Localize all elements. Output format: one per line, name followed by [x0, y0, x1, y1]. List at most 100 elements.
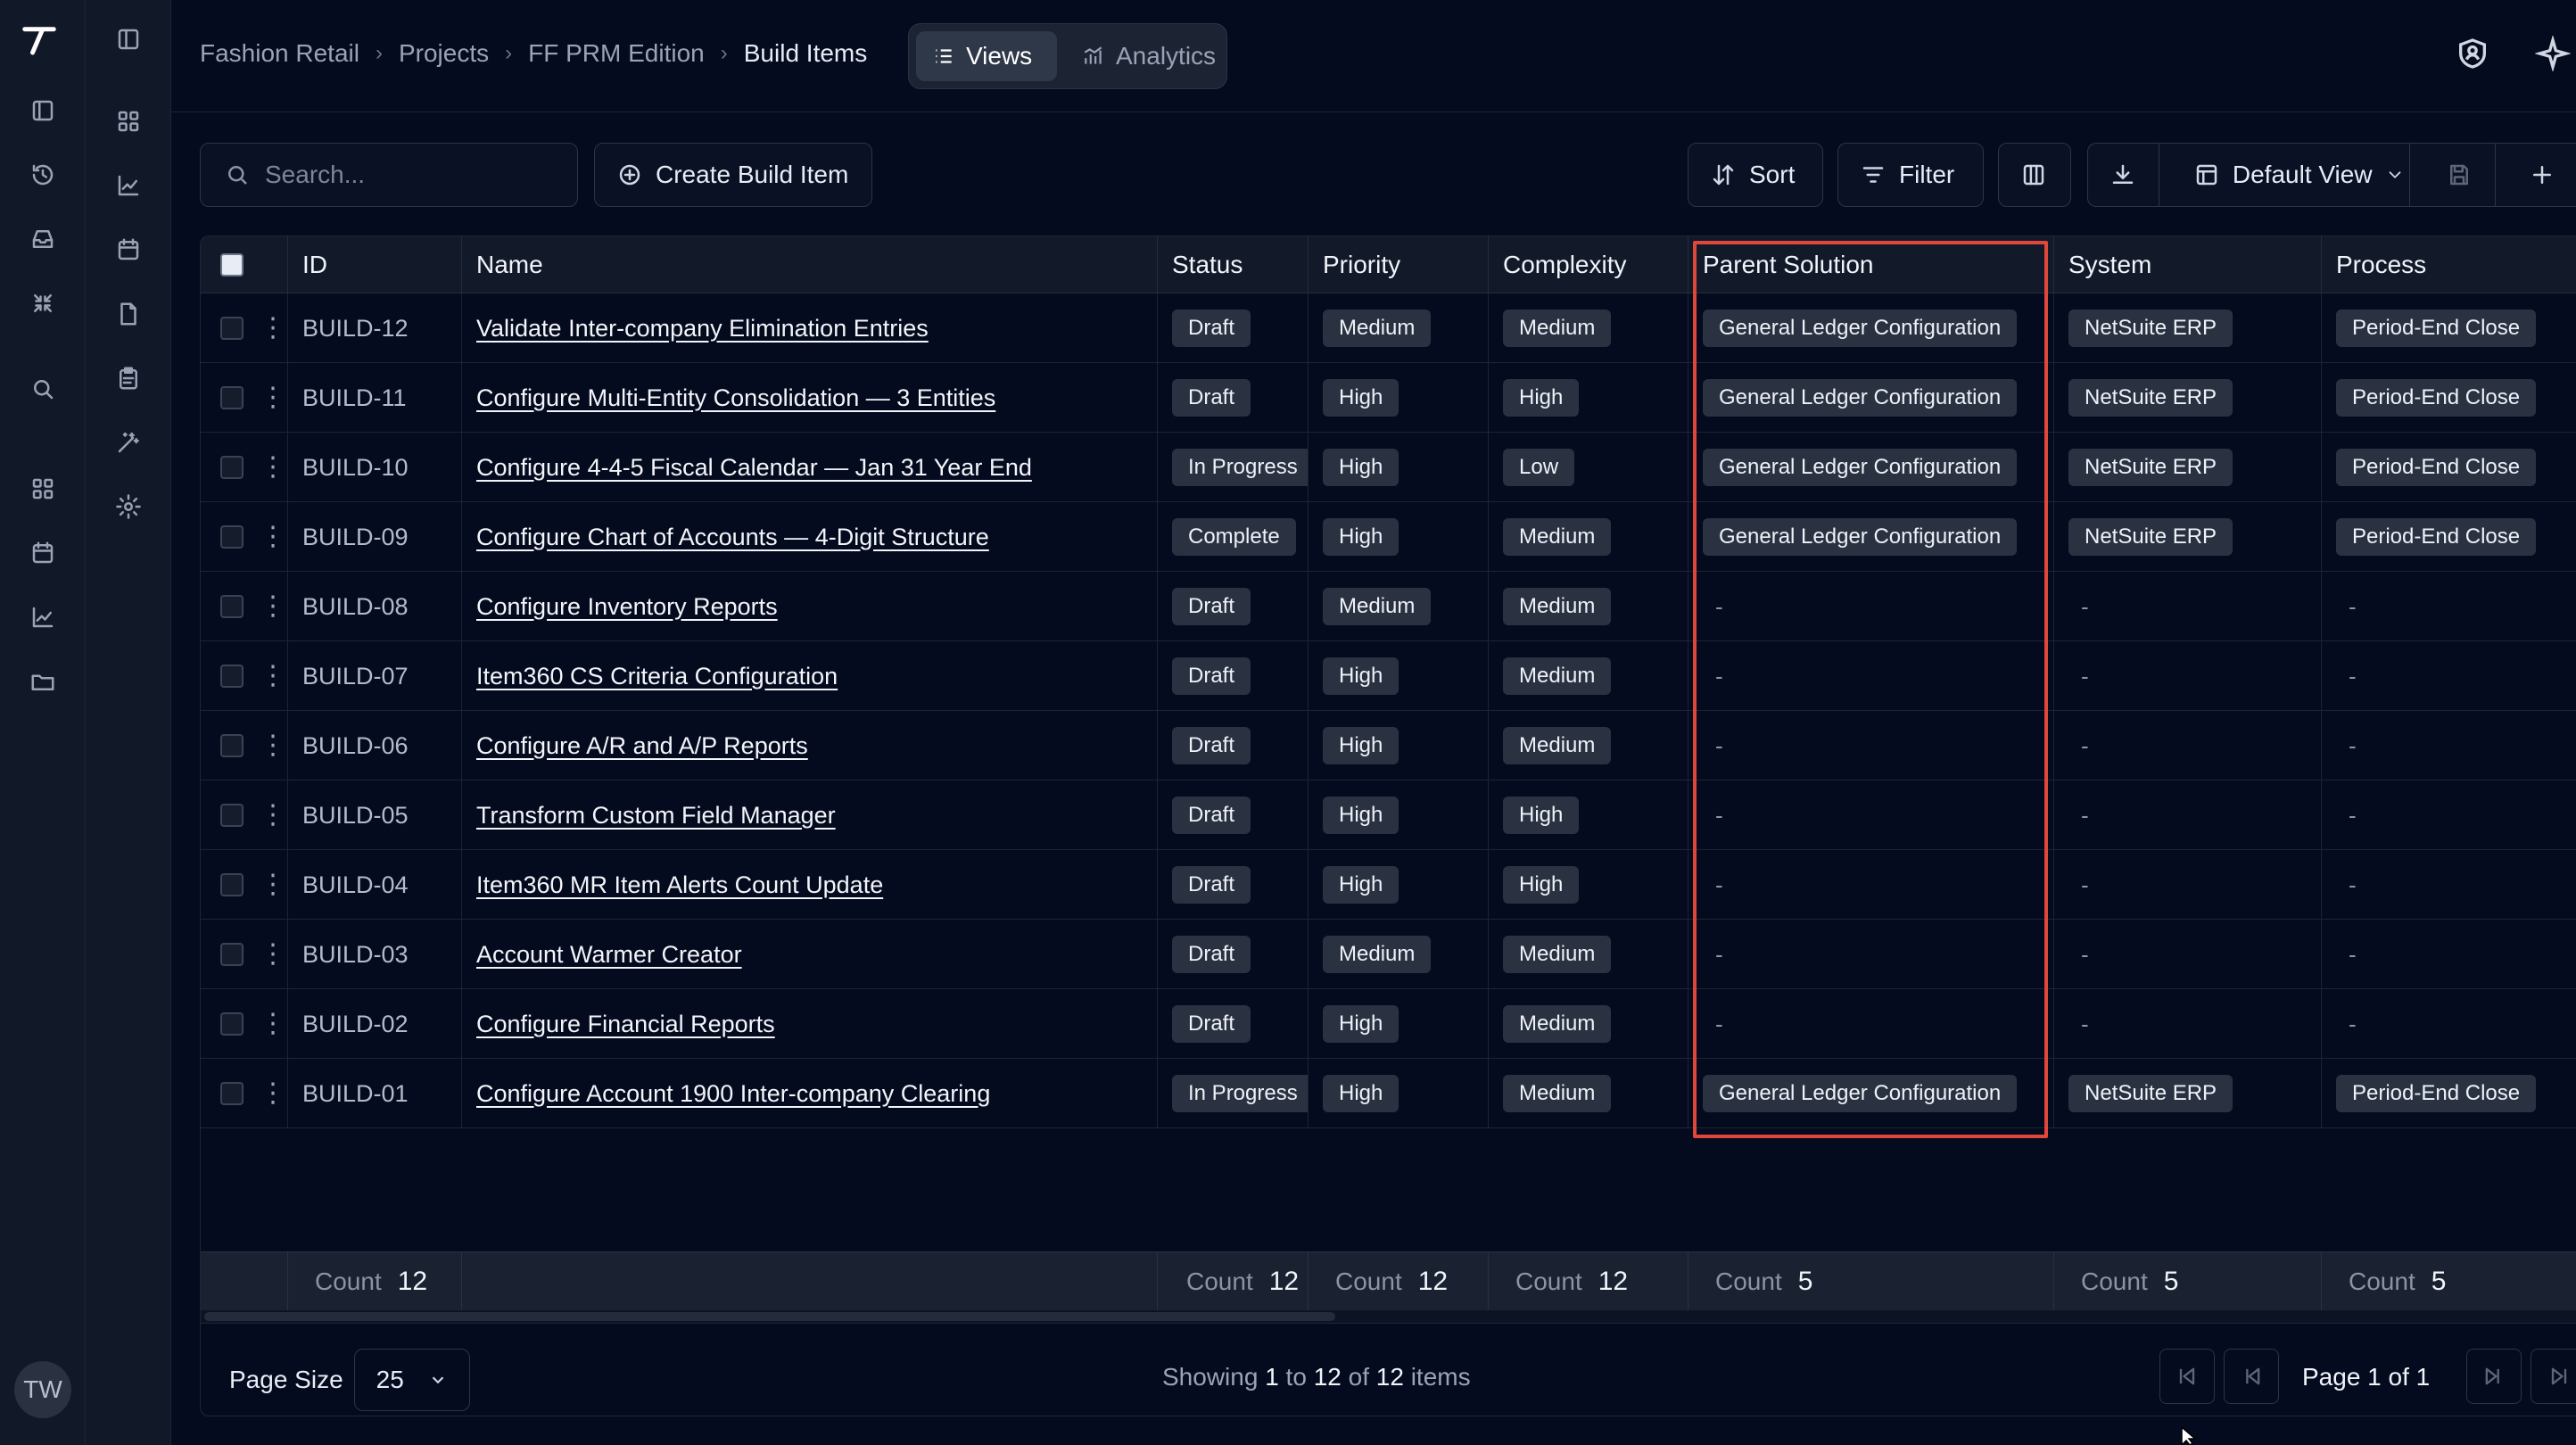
build-item-link[interactable]: Validate Inter-company Elimination Entri… [476, 315, 929, 343]
column-header-process[interactable]: Process [2322, 236, 2576, 293]
collapse-icon[interactable] [21, 282, 64, 325]
first-page-button[interactable] [2159, 1349, 2215, 1404]
sidebar-panel-icon[interactable] [21, 89, 64, 132]
row-checkbox[interactable] [220, 734, 244, 757]
analytics-icon[interactable] [107, 164, 150, 207]
table-row[interactable]: ⋮ BUILD-04 Item360 MR Item Alerts Count Up… [201, 850, 2576, 920]
row-menu-icon[interactable]: ⋮ [260, 454, 286, 481]
chart-icon[interactable] [21, 596, 64, 639]
calendar-icon[interactable] [21, 532, 64, 574]
history-icon[interactable] [21, 153, 64, 196]
column-header-priority[interactable]: Priority [1309, 236, 1489, 293]
row-menu-icon[interactable]: ⋮ [260, 802, 286, 829]
column-header-parent-solution[interactable]: Parent Solution [1688, 236, 2054, 293]
row-menu-icon[interactable]: ⋮ [260, 1080, 286, 1107]
row-checkbox[interactable] [220, 595, 244, 618]
row-menu-icon[interactable]: ⋮ [260, 663, 286, 689]
row-checkbox[interactable] [220, 1082, 244, 1105]
table-row[interactable]: ⋮ BUILD-11 Configure Multi-Entity Consolid… [201, 363, 2576, 433]
row-menu-icon[interactable]: ⋮ [260, 384, 286, 411]
row-checkbox[interactable] [220, 456, 244, 479]
page-size-select[interactable]: 25 [353, 1349, 470, 1411]
schedule-icon[interactable] [107, 228, 150, 271]
build-item-link[interactable]: Configure Multi-Entity Consolidation — 3… [476, 384, 995, 412]
tab-analytics[interactable]: Analytics [1066, 31, 1232, 81]
folder-icon[interactable] [21, 660, 64, 703]
shield-user-icon[interactable] [2455, 36, 2490, 76]
breadcrumb-project[interactable]: FF PRM Edition [528, 39, 705, 68]
tab-views[interactable]: Views [916, 31, 1057, 81]
row-menu-icon[interactable]: ⋮ [260, 1011, 286, 1037]
last-page-button[interactable] [2531, 1349, 2576, 1404]
row-checkbox[interactable] [220, 525, 244, 549]
previous-page-button[interactable] [2224, 1349, 2279, 1404]
build-item-link[interactable]: Item360 CS Criteria Configuration [476, 663, 838, 690]
column-header-system[interactable]: System [2054, 236, 2322, 293]
table-row[interactable]: ⋮ BUILD-07 Item360 CS Criteria Configurati… [201, 641, 2576, 711]
chevron-down-icon [2389, 171, 2400, 178]
build-item-link[interactable]: Configure Financial Reports [476, 1011, 775, 1038]
row-menu-icon[interactable]: ⋮ [260, 732, 286, 759]
breadcrumb-fashion-retail[interactable]: Fashion Retail [200, 39, 359, 68]
save-view-button[interactable] [2423, 144, 2496, 206]
build-item-link[interactable]: Configure A/R and A/P Reports [476, 732, 808, 760]
user-avatar[interactable]: TW [14, 1361, 71, 1418]
column-header-status[interactable]: Status [1158, 236, 1309, 293]
row-checkbox[interactable] [220, 386, 244, 409]
table-row[interactable]: ⋮ BUILD-09 Configure Chart of Accounts — 4… [201, 502, 2576, 572]
table-row[interactable]: ⋮ BUILD-05 Transform Custom Field Manager D… [201, 780, 2576, 850]
sparkle-icon[interactable] [2533, 34, 2572, 76]
row-checkbox[interactable] [220, 873, 244, 896]
row-menu-icon[interactable]: ⋮ [260, 871, 286, 898]
build-item-link[interactable]: Configure 4-4-5 Fiscal Calendar — Jan 31… [476, 454, 1032, 482]
build-item-link[interactable]: Transform Custom Field Manager [476, 802, 836, 830]
build-item-link[interactable]: Account Warmer Creator [476, 941, 742, 969]
row-checkbox[interactable] [220, 317, 244, 340]
row-menu-icon[interactable]: ⋮ [260, 315, 286, 342]
columns-button[interactable] [1998, 143, 2071, 207]
table-row[interactable]: ⋮ BUILD-06 Configure A/R and A/P Reports Dr… [201, 711, 2576, 780]
row-menu-icon[interactable]: ⋮ [260, 524, 286, 550]
filter-button[interactable]: Filter [1837, 143, 1984, 207]
next-page-button[interactable] [2466, 1349, 2522, 1404]
table-row[interactable]: ⋮ BUILD-01 Configure Account 1900 Inter-co… [201, 1059, 2576, 1128]
column-header-name[interactable]: Name [462, 236, 1158, 293]
search-icon[interactable] [21, 367, 64, 410]
scrollbar-thumb[interactable] [204, 1312, 1335, 1321]
toggle-sidebar-icon[interactable] [107, 18, 150, 61]
select-all-checkbox[interactable] [220, 253, 244, 277]
row-checkbox[interactable] [220, 1012, 244, 1036]
dashboard-icon[interactable] [107, 100, 150, 143]
table-row[interactable]: ⋮ BUILD-02 Configure Financial Reports Draf… [201, 989, 2576, 1059]
magic-wand-icon[interactable] [107, 421, 150, 464]
column-header-complexity[interactable]: Complexity [1489, 236, 1688, 293]
inbox-icon[interactable] [21, 218, 64, 260]
sort-button[interactable]: Sort [1688, 143, 1823, 207]
add-view-button[interactable] [2508, 144, 2576, 206]
table-row[interactable]: ⋮ BUILD-10 Configure 4-4-5 Fiscal Calendar… [201, 433, 2576, 502]
horizontal-scrollbar[interactable] [201, 1310, 2576, 1323]
row-menu-icon[interactable]: ⋮ [260, 941, 286, 968]
document-icon[interactable] [107, 293, 150, 335]
column-header-id[interactable]: ID [288, 236, 462, 293]
row-checkbox[interactable] [220, 943, 244, 966]
breadcrumb-projects[interactable]: Projects [399, 39, 489, 68]
table-row[interactable]: ⋮ BUILD-12 Validate Inter-company Eliminat… [201, 293, 2576, 363]
search-input[interactable]: Search... [200, 143, 578, 207]
table-row[interactable]: ⋮ BUILD-03 Account Warmer Creator Draft Medi… [201, 920, 2576, 989]
settings-icon[interactable] [107, 485, 150, 528]
apps-icon[interactable] [21, 467, 64, 510]
row-checkbox[interactable] [220, 665, 244, 688]
build-item-link[interactable]: Configure Chart of Accounts — 4-Digit St… [476, 524, 989, 551]
row-checkbox[interactable] [220, 804, 244, 827]
table-row[interactable]: ⋮ BUILD-08 Configure Inventory Reports Draf… [201, 572, 2576, 641]
row-menu-icon[interactable]: ⋮ [260, 593, 286, 620]
app-logo[interactable] [18, 18, 61, 61]
build-item-link[interactable]: Item360 MR Item Alerts Count Update [476, 871, 883, 899]
clipboard-icon[interactable] [107, 357, 150, 400]
default-view-select[interactable]: Default View [2172, 144, 2411, 206]
build-item-link[interactable]: Configure Account 1900 Inter-company Cle… [476, 1080, 990, 1108]
download-button[interactable] [2088, 144, 2159, 206]
build-item-link[interactable]: Configure Inventory Reports [476, 593, 778, 621]
create-build-item-button[interactable]: Create Build Item [594, 143, 872, 207]
